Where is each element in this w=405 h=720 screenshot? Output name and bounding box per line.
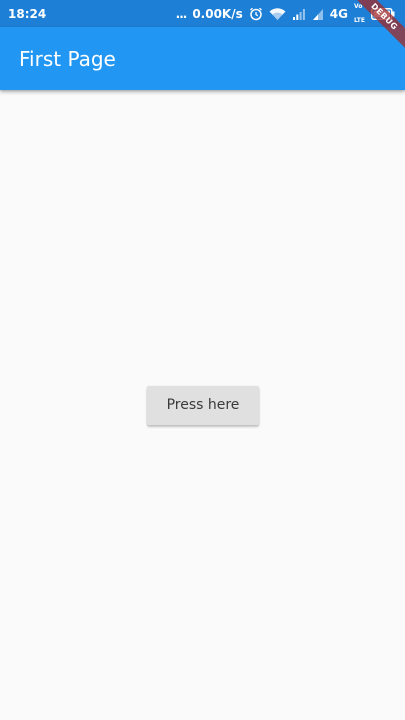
status-time: 18:24 xyxy=(8,7,47,21)
status-indicators: ... 0.00K/s 4G Vo LTE xyxy=(175,3,395,24)
notification-dots: ... xyxy=(175,7,188,21)
page-title: First Page xyxy=(19,47,116,71)
signal-icon-2 xyxy=(312,7,324,21)
volte-top: Vo xyxy=(353,3,363,10)
wifi-icon xyxy=(269,7,286,21)
status-bar: 18:24 ... 0.00K/s 4G Vo LTE xyxy=(0,0,405,27)
volte-indicator: Vo LTE xyxy=(354,0,365,28)
network-type: 4G xyxy=(329,7,348,21)
app-bar: First Page xyxy=(0,27,405,90)
battery-icon xyxy=(371,8,395,20)
press-here-button[interactable]: Press here xyxy=(147,386,259,425)
signal-icon xyxy=(292,7,306,21)
network-speed: 0.00K/s xyxy=(192,7,243,21)
alarm-icon xyxy=(249,7,263,21)
volte-bottom: LTE xyxy=(353,17,365,24)
